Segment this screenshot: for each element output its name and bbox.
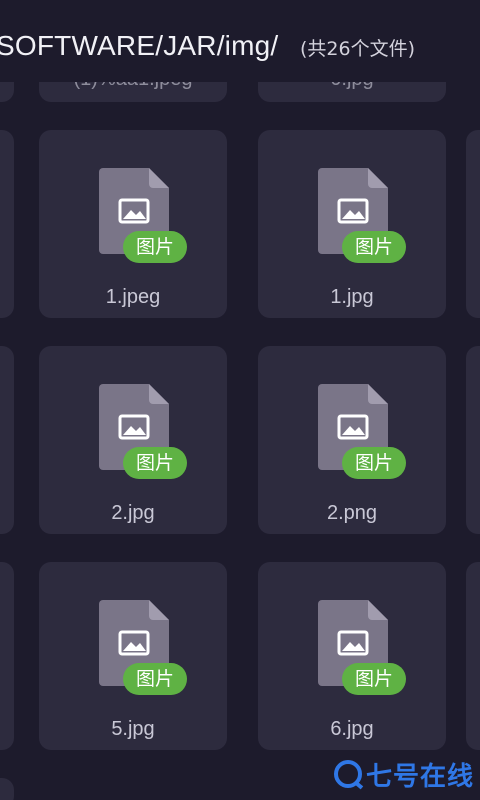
file-card[interactable]: 图片 5.jpg — [39, 562, 227, 750]
file-card[interactable]: 图片 2.jpg — [39, 346, 227, 534]
file-name: 5.jpg — [111, 718, 155, 740]
watermark-text: 七号在线 — [366, 761, 475, 792]
file-name: 2.jpg — [111, 502, 155, 524]
file-card-edge[interactable] — [466, 130, 480, 318]
file-name: 1.jpg — [330, 286, 374, 308]
file-name: 1.jpeg — [105, 286, 161, 308]
file-card[interactable]: 图片 1.jpg — [258, 130, 446, 318]
image-type-badge: 图片 — [342, 231, 406, 263]
path-header: SOFTWARE/JAR/img/ (共26个文件) — [0, 0, 480, 82]
watermark-logo: 七号在线 — [334, 758, 475, 792]
file-browser-screen: (1)%aa1.jpeg 0.jpg 图片 1.jpeg — [0, 0, 480, 800]
image-type-badge: 图片 — [342, 447, 406, 479]
file-card-edge[interactable] — [0, 562, 14, 750]
image-type-badge: 图片 — [123, 663, 187, 695]
file-name: 6.jpg — [330, 718, 374, 740]
file-card-edge[interactable] — [466, 562, 480, 750]
file-card-edge[interactable] — [0, 130, 14, 318]
file-card-edge[interactable] — [0, 346, 14, 534]
file-card[interactable]: 图片 1.jpeg — [39, 130, 227, 318]
folder-path[interactable]: SOFTWARE/JAR/img/ — [0, 30, 278, 62]
file-grid[interactable]: (1)%aa1.jpeg 0.jpg 图片 1.jpeg — [0, 0, 480, 800]
file-card-edge[interactable] — [466, 346, 480, 534]
file-count: (共26个文件) — [300, 38, 416, 60]
image-type-badge: 图片 — [123, 447, 187, 479]
file-name: 2.png — [326, 502, 378, 524]
image-type-badge: 图片 — [123, 231, 187, 263]
file-card[interactable]: 图片 6.jpg — [258, 562, 446, 750]
watermark-search-icon — [334, 760, 362, 788]
image-type-badge: 图片 — [342, 663, 406, 695]
file-card[interactable]: 图片 2.png — [258, 346, 446, 534]
file-card-edge[interactable] — [0, 778, 14, 800]
